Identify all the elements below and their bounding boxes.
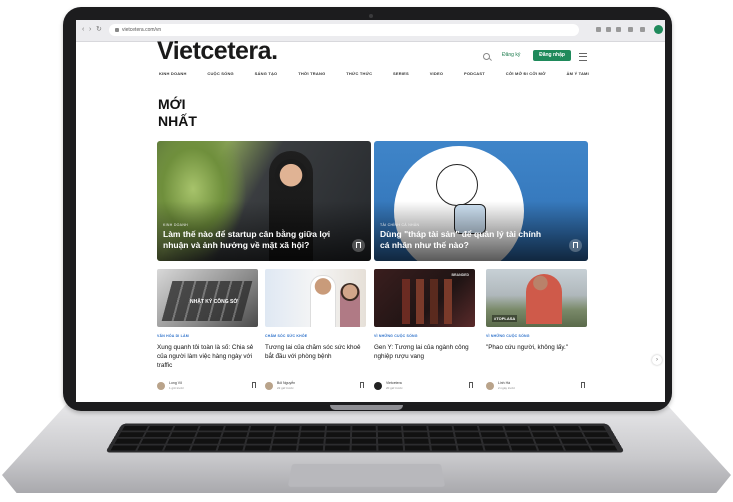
bookmark-icon[interactable]: [352, 239, 365, 252]
author-name[interactable]: Bối Nguyễn: [277, 381, 295, 385]
featured-article[interactable]: TÀI CHÍNH CÁ NHÂN Dùng "tháp tài sản" để…: [374, 141, 588, 261]
extension-icon[interactable]: [640, 27, 645, 32]
article-card[interactable]: #TOPLASA VÌ NHỮNG CUỘC SỐNG "Phao cứu ng…: [486, 269, 587, 399]
publish-time: 2 ngày trước: [498, 386, 516, 390]
article-category[interactable]: VÌ NHỮNG CUỘC SỐNG: [486, 334, 530, 338]
profile-avatar[interactable]: [654, 25, 663, 34]
url-text: vietcetera.com/vn: [122, 27, 162, 33]
bookmark-icon[interactable]: [252, 382, 256, 388]
thumbnail-text: #TOPLASA: [492, 315, 518, 322]
article-thumbnail[interactable]: NHẬT KÝ CÔNG SỞ: [157, 269, 258, 327]
nav-item[interactable]: SÁNG TẠO: [255, 71, 278, 76]
extension-icon[interactable]: [606, 27, 611, 32]
author-avatar: [265, 382, 273, 390]
publish-time: 20 giờ trước: [386, 386, 403, 390]
article-thumbnail[interactable]: BRANDED: [374, 269, 475, 327]
bookmark-icon[interactable]: [569, 239, 582, 252]
article-title[interactable]: Dùng "tháp tài sản" để quản lý tài chính…: [380, 229, 550, 251]
search-icon[interactable]: [483, 53, 490, 60]
back-icon[interactable]: ‹: [82, 26, 84, 34]
main-nav: KINH DOANH CUỘC SỐNG SÁNG TẠO THỜI TRANG…: [159, 71, 589, 76]
nav-item[interactable]: SERIES: [393, 71, 409, 76]
article-title[interactable]: Tương lai của chăm sóc sức khoẻ bắt đầu …: [265, 343, 365, 361]
login-button[interactable]: Đăng nhập: [533, 50, 571, 61]
reload-icon[interactable]: ↻: [96, 26, 102, 34]
thumbnail-text: NHẬT KÝ CÔNG SỞ: [190, 299, 238, 305]
article-card[interactable]: NHẬT KÝ CÔNG SỞ VĂN HÓA DI LÀM Xung quan…: [157, 269, 258, 399]
author-avatar: [486, 382, 494, 390]
hamburger-menu-icon[interactable]: [579, 53, 587, 61]
forward-icon[interactable]: ›: [89, 26, 91, 34]
scroll-arrow-icon[interactable]: ›: [652, 355, 662, 365]
laptop-hinge: [330, 405, 403, 410]
laptop-keyboard: [105, 423, 625, 453]
article-category[interactable]: VĂN HÓA DI LÀM: [157, 334, 189, 338]
branded-badge: BRANDED: [451, 273, 470, 277]
article-card[interactable]: CHĂM SÓC SỨC KHỎE Tương lai của chăm sóc…: [265, 269, 366, 399]
article-title[interactable]: "Phao cứu người, không lấy.": [486, 343, 586, 352]
publish-time: 22 giờ trước: [277, 386, 294, 390]
author-avatar: [374, 382, 382, 390]
nav-item[interactable]: ẨM Ý TAMI: [567, 71, 589, 76]
bookmark-icon[interactable]: [581, 382, 585, 388]
nav-item[interactable]: KINH DOANH: [159, 71, 187, 76]
laptop-touchpad: [287, 463, 446, 487]
author-name[interactable]: Long Võ: [169, 381, 182, 385]
author-avatar: [157, 382, 165, 390]
article-title[interactable]: Gen Y: Tương lai của ngành công nghiệp r…: [374, 343, 474, 361]
nav-item[interactable]: CỞI MỞ ĐI CỞI MỞ: [506, 71, 546, 76]
article-card[interactable]: BRANDED VÌ NHỮNG CUỘC SỐNG Gen Y: Tương …: [374, 269, 475, 399]
article-category[interactable]: VÌ NHỮNG CUỘC SỐNG: [374, 334, 418, 338]
article-thumbnail[interactable]: #TOPLASA: [486, 269, 587, 327]
address-bar[interactable]: vietcetera.com/vn: [109, 24, 579, 36]
section-title: MỚI NHẤT: [158, 96, 197, 129]
nav-item[interactable]: VIDEO: [430, 71, 443, 76]
nav-item[interactable]: THỜI TRANG: [298, 71, 325, 76]
nav-item[interactable]: PODCAST: [464, 71, 485, 76]
article-category[interactable]: CHĂM SÓC SỨC KHỎE: [265, 334, 307, 338]
article-title[interactable]: Xung quanh tôi toàn là số: Chia sẻ của n…: [157, 343, 257, 370]
extension-icon[interactable]: [628, 27, 633, 32]
publish-time: 1 giờ trước: [169, 386, 184, 390]
article-category[interactable]: KINH DOANH: [163, 223, 188, 227]
extension-icon[interactable]: [596, 27, 601, 32]
bookmark-icon[interactable]: [360, 382, 364, 388]
article-title[interactable]: Làm thế nào để startup cân bằng giữa lợi…: [163, 229, 333, 251]
featured-article[interactable]: KINH DOANH Làm thế nào để startup cân bằ…: [157, 141, 371, 261]
author-name[interactable]: Vietcetera: [386, 381, 402, 385]
nav-item[interactable]: THỨC THỨC: [346, 71, 372, 76]
author-name[interactable]: Linh Hà: [498, 381, 510, 385]
article-thumbnail[interactable]: [265, 269, 366, 327]
register-link[interactable]: Đăng ký: [502, 52, 520, 58]
lock-icon: [115, 27, 119, 32]
laptop-screen: ‹ › ↻ vietcetera.com/vn Vietcetera. Đăng…: [76, 20, 665, 402]
nav-item[interactable]: CUỘC SỐNG: [207, 71, 233, 76]
camera-icon: [369, 14, 373, 18]
bookmark-icon[interactable]: [469, 382, 473, 388]
article-category[interactable]: TÀI CHÍNH CÁ NHÂN: [380, 223, 419, 227]
extension-icon[interactable]: [616, 27, 621, 32]
site-logo[interactable]: Vietcetera.: [157, 37, 278, 66]
